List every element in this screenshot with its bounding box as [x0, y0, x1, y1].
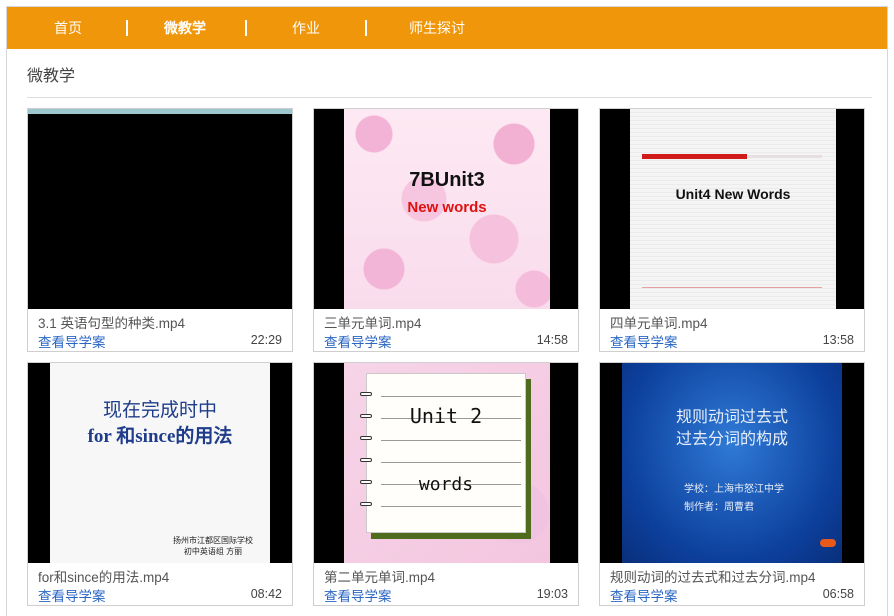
view-guide-link[interactable]: 查看导学案 — [610, 585, 678, 605]
view-guide-link[interactable]: 查看导学案 — [38, 585, 106, 605]
slide-author: 学校：上海市怒江中学 制作者：周曹君 — [684, 480, 784, 513]
view-guide-link[interactable]: 查看导学案 — [610, 331, 678, 351]
video-title: 3.1 英语句型的种类.mp4 — [38, 316, 186, 331]
video-thumbnail[interactable]: Unit4 New Words — [600, 109, 864, 309]
thumbnail-slide: 现在完成时中 for 和since的用法 扬州市江都区国际学校 初中英语组 方丽 — [50, 363, 270, 563]
nav-homework[interactable]: 作业 — [275, 7, 337, 49]
video-card: Unit4 New Words 四单元单词.mp4 查看导学案 13:58 — [599, 108, 865, 352]
slide-creator: 制作者：周曹君 — [684, 502, 754, 513]
video-title: 三单元单词.mp4 — [324, 316, 422, 331]
notebook-ring — [360, 502, 372, 506]
nav-discussion[interactable]: 师生探讨 — [389, 7, 485, 49]
video-thumbnail[interactable]: Unit 2 words — [314, 363, 578, 563]
view-guide-link[interactable]: 查看导学案 — [324, 585, 392, 605]
video-title: 第二单元单词.mp4 — [324, 570, 436, 585]
view-guide-link[interactable]: 查看导学案 — [38, 331, 106, 351]
top-nav: 首页 微教学 作业 师生探讨 — [7, 7, 887, 49]
video-duration: 06:58 — [822, 587, 854, 601]
video-card: Unit 2 words 第二单元单词.mp4 查看导学案 19:03 — [313, 362, 579, 606]
slide-subtitle: 过去分词的构成 — [675, 431, 788, 448]
view-guide-link[interactable]: 查看导学案 — [324, 331, 392, 351]
slide-title: 现在完成时中 — [102, 400, 217, 421]
slide-team: 初中英语组 方丽 — [183, 547, 243, 556]
thumbnail-slide: 7BUnit3 New words — [344, 109, 550, 309]
video-card: 规则动词过去式 过去分词的构成 学校：上海市怒江中学 制作者：周曹君 规则动词的… — [599, 362, 865, 606]
video-duration: 08:42 — [250, 587, 282, 601]
notebook-ring — [360, 392, 372, 396]
video-title: for和since的用法.mp4 — [38, 570, 170, 585]
notebook-line — [381, 506, 521, 507]
section-title: 微教学 — [27, 68, 76, 85]
slide-badge — [820, 539, 836, 547]
slide-school: 扬州市江都区国际学校 — [173, 536, 253, 545]
notebook-line — [381, 462, 521, 463]
slide-rule — [642, 287, 822, 288]
slide-title: 7BUnit3 — [409, 169, 485, 191]
notebook-graphic: Unit 2 words — [360, 373, 526, 533]
video-thumbnail[interactable] — [28, 109, 292, 309]
video-title: 四单元单词.mp4 — [610, 316, 708, 331]
video-duration: 13:58 — [822, 333, 854, 347]
nav-micro-teaching[interactable]: 微教学 — [154, 7, 216, 49]
slide-title: Unit 2 — [409, 404, 483, 428]
video-thumbnail[interactable]: 现在完成时中 for 和since的用法 扬州市江都区国际学校 初中英语组 方丽 — [28, 363, 292, 563]
thumbnail-strip — [28, 109, 292, 114]
video-card: 3.1 英语句型的种类.mp4 查看导学案 22:29 — [27, 108, 293, 352]
slide-school: 学校：上海市怒江中学 — [684, 484, 784, 495]
thumbnail-slide: Unit4 New Words — [630, 109, 836, 309]
video-card: 7BUnit3 New words 三单元单词.mp4 查看导学案 14:58 — [313, 108, 579, 352]
video-duration: 14:58 — [536, 333, 568, 347]
slide-subtitle: for 和since的用法 — [87, 426, 233, 447]
video-title: 规则动词的过去式和过去分词.mp4 — [610, 570, 816, 585]
slide-subtitle: New words — [407, 199, 487, 216]
video-duration: 22:29 — [250, 333, 282, 347]
slide-title: 规则动词过去式 — [675, 409, 788, 426]
slide-author: 扬州市江都区国际学校 初中英语组 方丽 — [168, 535, 258, 557]
nav-separator — [245, 20, 247, 36]
video-card: 现在完成时中 for 和since的用法 扬州市江都区国际学校 初中英语组 方丽… — [27, 362, 293, 606]
video-thumbnail[interactable]: 规则动词过去式 过去分词的构成 学校：上海市怒江中学 制作者：周曹君 — [600, 363, 864, 563]
notebook-ring — [360, 436, 372, 440]
thumbnail-slide: Unit 2 words — [344, 363, 550, 563]
nav-separator — [365, 20, 367, 36]
notebook-line — [381, 396, 521, 397]
notebook-line — [381, 440, 521, 441]
slide-subtitle: words — [418, 474, 474, 495]
slide-accent-bar — [642, 154, 747, 159]
video-thumbnail[interactable]: 7BUnit3 New words — [314, 109, 578, 309]
video-duration: 19:03 — [536, 587, 568, 601]
nav-separator — [126, 20, 128, 36]
notebook-ring — [360, 458, 372, 462]
thumbnail-slide: 规则动词过去式 过去分词的构成 学校：上海市怒江中学 制作者：周曹君 — [622, 363, 842, 563]
slide-title: Unit4 New Words — [675, 186, 791, 202]
nav-home[interactable]: 首页 — [37, 7, 99, 49]
section-divider — [27, 97, 872, 98]
